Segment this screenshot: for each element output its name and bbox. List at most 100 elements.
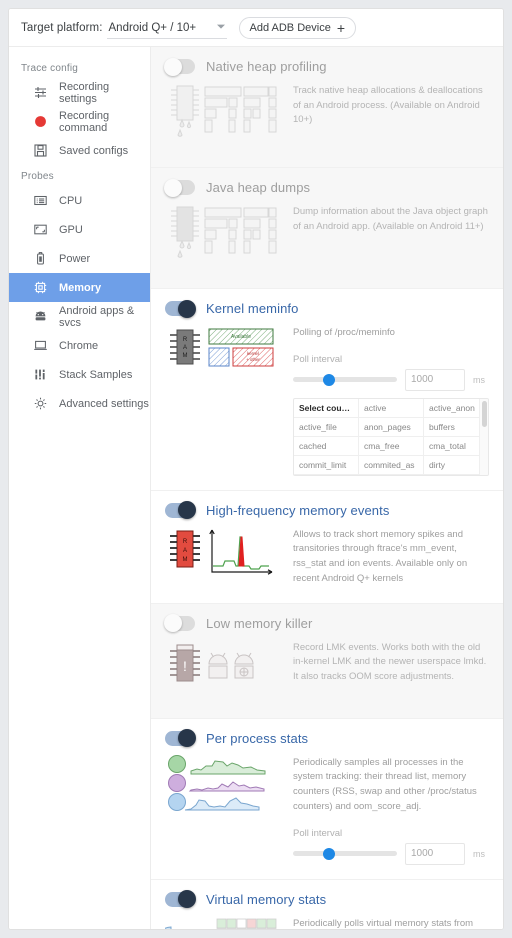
sidebar: Trace config Recording settings Recordin… [9, 47, 151, 929]
slider-thumb[interactable] [323, 847, 336, 860]
svg-text:A: A [183, 345, 187, 351]
poll-interval-slider[interactable] [293, 373, 397, 386]
high-frequency-memory-events-toggle[interactable] [165, 501, 196, 520]
probe-body: Periodically polls virtual memory stats … [162, 913, 489, 929]
probe-native-heap-profiling: Native heap profiling Track native heap … [151, 47, 503, 168]
probe-header: High-frequency memory events [165, 501, 489, 520]
target-platform-value: Android Q+ / 10+ [108, 22, 197, 34]
plus-icon: + [336, 19, 346, 36]
poll-interval-slider[interactable] [293, 847, 397, 860]
probe-java-heap-dumps: Java heap dumps Dump information about t… [151, 168, 503, 289]
sidebar-item-label: Advanced settings [59, 397, 149, 410]
sidebar-section-title-probes: Probes [21, 171, 54, 182]
sidebar-section-title-trace-config: Trace config [21, 63, 79, 74]
memory-chip-icon [33, 280, 48, 295]
toggle-knob [178, 890, 196, 909]
sidebar-item-chrome[interactable]: Chrome [9, 331, 150, 360]
counter-cell[interactable]: active [359, 398, 424, 417]
counter-cell[interactable]: anon_pages [359, 417, 424, 436]
probe-high-frequency-memory-events: High-frequency memory events R A M Allow… [151, 490, 503, 604]
poll-interval-label: Poll interval [293, 353, 343, 365]
svg-text:M: M [183, 353, 188, 359]
probe-title: Kernel meminfo [206, 301, 299, 316]
sidebar-item-recording-command[interactable]: Recording command [9, 107, 150, 136]
low-memory-killer-toggle[interactable] [164, 614, 195, 633]
sliders-icon [33, 85, 48, 100]
poll-interval-input[interactable]: 1000 [405, 842, 465, 865]
sidebar-item-recording-settings[interactable]: Recording settings [9, 78, 150, 107]
laptop-icon [33, 338, 48, 353]
counter-cell[interactable]: active_file [294, 417, 359, 436]
svg-text:+ other: + other [246, 357, 260, 362]
gpu-icon [33, 222, 48, 237]
probe-description: Periodically polls virtual memory stats … [293, 917, 474, 929]
counter-cell[interactable]: cma_free [359, 436, 424, 455]
probe-title: Low memory killer [206, 615, 313, 631]
probe-title: Native heap profiling [206, 59, 327, 74]
poll-interval-unit: ms [473, 374, 485, 385]
table-row: commit_limit commited_as dirty [294, 455, 488, 475]
probe-detail: Polling of /proc/meminfo Poll interval 1… [293, 322, 489, 476]
java-heap-dumps-toggle[interactable] [164, 178, 195, 197]
ram-meminfo-icon: R A M Available kernel + other [165, 322, 283, 476]
svg-text:R: R [183, 337, 188, 343]
toggle-knob [164, 614, 182, 633]
table-row: Select counters active active_anon [294, 398, 488, 418]
table-row: cached cma_free cma_total [294, 436, 488, 456]
probes-panel[interactable]: Native heap profiling Track native heap … [151, 47, 503, 929]
sidebar-item-label: Chrome [59, 339, 99, 352]
probe-per-process-stats: Per process stats Periodically samples a… [151, 718, 503, 880]
probe-body: ! Record LMK events. Works both with the… [165, 637, 489, 704]
counters-scrollbar[interactable] [479, 398, 488, 475]
sidebar-item-memory[interactable]: Memory [9, 273, 150, 302]
sidebar-item-label: CPU [59, 194, 83, 207]
per-process-stats-toggle[interactable] [165, 729, 196, 748]
probe-detail: Record LMK events. Works both with the o… [293, 637, 489, 704]
counter-cell[interactable]: commited_as [359, 455, 424, 474]
topbar: Target platform: Android Q+ / 10+ Add AD… [9, 9, 503, 47]
kernel-meminfo-counters-table[interactable]: Select counters active active_anon activ… [293, 397, 489, 476]
process-sparklines-icon [165, 752, 283, 865]
probe-header: Native heap profiling [164, 57, 489, 76]
counter-cell[interactable]: commit_limit [294, 455, 359, 474]
probe-title: High-frequency memory events [206, 502, 390, 518]
counter-cell[interactable]: cached [294, 436, 359, 455]
kernel-meminfo-toggle[interactable] [165, 299, 196, 318]
target-platform-select[interactable]: Android Q+ / 10+ [106, 16, 227, 39]
toggle-knob [178, 501, 196, 520]
probe-description: Polling of /proc/meminfo [293, 327, 395, 338]
poll-interval-unit: ms [473, 848, 485, 859]
probe-body: Periodically samples all processes in th… [165, 752, 489, 865]
sidebar-item-saved-configs[interactable]: Saved configs [9, 136, 150, 165]
native-heap-profiling-toggle[interactable] [164, 57, 195, 76]
poll-interval-input[interactable]: 1000 [405, 368, 465, 391]
record-dot-icon [33, 114, 48, 129]
svg-text:Available: Available [231, 334, 251, 340]
cpu-list-icon [33, 193, 48, 208]
probe-detail: Dump information about the Java object g… [293, 201, 489, 274]
counters-header: Select counters [294, 398, 359, 417]
sidebar-item-advanced-settings[interactable]: Advanced settings [9, 389, 150, 418]
body-split: Trace config Recording settings Recordin… [9, 47, 503, 929]
probe-description: Dump information about the Java object g… [293, 206, 488, 232]
sidebar-item-stack-samples[interactable]: Stack Samples [9, 360, 150, 389]
probe-title: Virtual memory stats [206, 891, 327, 907]
scrollbar-thumb[interactable] [482, 400, 487, 427]
probe-header: Java heap dumps [164, 178, 489, 197]
java-heap-chip-icon [165, 201, 283, 274]
probe-description: Record LMK events. Works both with the o… [293, 641, 487, 683]
probe-header: Kernel meminfo [165, 299, 489, 318]
sidebar-item-power[interactable]: Power [9, 244, 150, 273]
sidebar-item-android-apps-svcs[interactable]: Android apps & svcs [9, 302, 150, 331]
probe-title: Per process stats [206, 730, 309, 746]
slider-thumb[interactable] [323, 373, 336, 386]
poll-interval-row: 1000 ms [293, 842, 489, 865]
add-adb-device-button[interactable]: Add ADB Device + [238, 16, 357, 39]
sidebar-item-gpu[interactable]: GPU [9, 215, 150, 244]
sidebar-item-cpu[interactable]: CPU [9, 186, 150, 215]
probe-header: Per process stats [165, 729, 489, 748]
sidebar-item-label: GPU [59, 223, 83, 236]
virtual-memory-stats-toggle[interactable] [165, 890, 196, 909]
probe-body: Track native heap allocations & dealloca… [165, 80, 489, 153]
probe-detail: Track native heap allocations & dealloca… [293, 80, 489, 153]
